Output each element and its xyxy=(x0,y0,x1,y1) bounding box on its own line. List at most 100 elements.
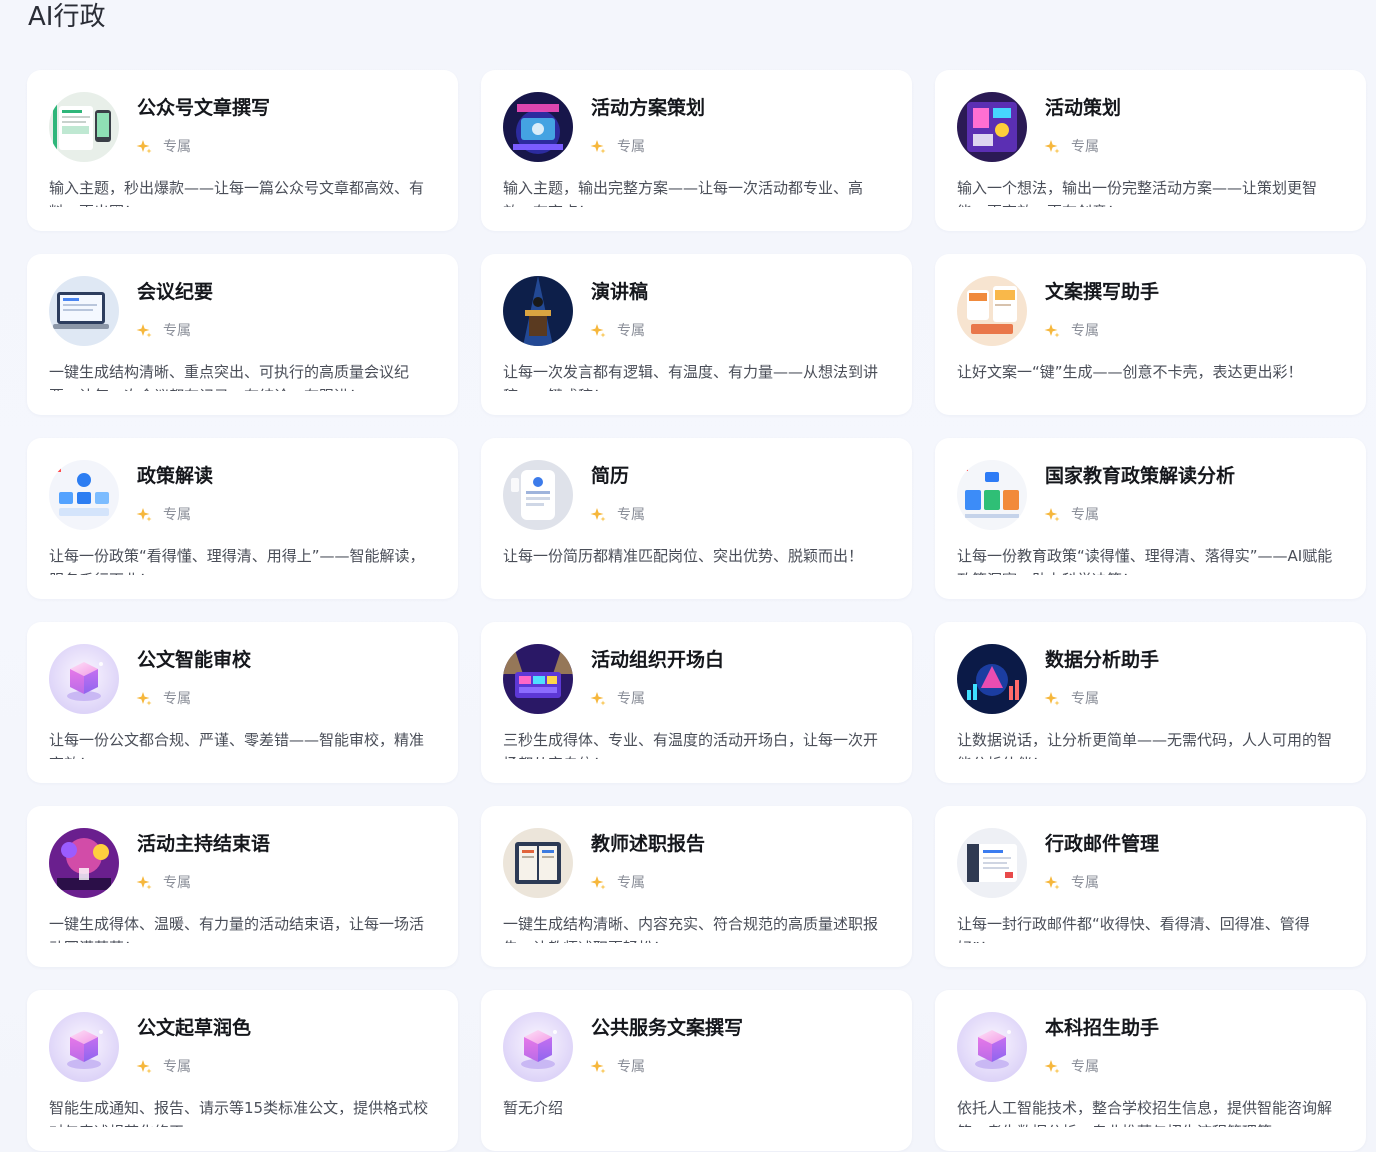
card-title: 活动方案策划 xyxy=(591,97,706,119)
card-title: 文案撰写助手 xyxy=(1045,281,1160,303)
card-title: 数据分析助手 xyxy=(1045,649,1160,671)
app-card[interactable]: 公文起草润色 专属智能生成通知、报告、请示等15类标准公文，提供格式校对与表述规… xyxy=(27,990,458,1151)
cube-icon xyxy=(957,1012,1027,1082)
exclusive-badge: 专属 xyxy=(1044,1058,1099,1076)
exclusive-badge: 专属 xyxy=(136,322,191,340)
exclusive-star-icon xyxy=(1044,876,1060,890)
education-policy-icon xyxy=(957,460,1027,530)
app-card[interactable]: 活动方案策划 专属输入主题，输出完整方案——让每一次活动都专业、高效、有亮点！ xyxy=(481,70,912,231)
section-title: AI行政 xyxy=(28,2,106,32)
exclusive-badge: 专属 xyxy=(590,506,645,524)
exclusive-star-icon xyxy=(590,324,606,338)
exclusive-badge-label: 专属 xyxy=(163,139,191,155)
app-card[interactable]: 简历 专属 让每一份简历都精准匹配岗位、突出优势、脱颖而出！ xyxy=(481,438,912,599)
exclusive-badge-label: 专属 xyxy=(1071,507,1099,523)
exclusive-badge-label: 专属 xyxy=(617,1059,645,1075)
app-card-grid: 公众号文章撰写 专属输入主题，秒出爆款——让每一篇公众号文章都高效、有料、更出圈… xyxy=(27,70,1366,1151)
card-description: 三秒生成得体、专业、有温度的活动开场白，让每一次开场都从容自信！ xyxy=(503,731,879,759)
policy-icon xyxy=(49,460,119,530)
card-description: 一键生成得体、温暖、有力量的活动结束语，让每一场活动圆满落幕！ xyxy=(49,915,425,943)
data-analysis-icon xyxy=(957,644,1027,714)
exclusive-star-icon xyxy=(136,508,152,522)
app-card[interactable]: 本科招生助手 专属依托人工智能技术，整合学校招生信息，提供智能咨询解答、考生数据… xyxy=(935,990,1366,1151)
exclusive-star-icon xyxy=(1044,1060,1060,1074)
card-description: 让每一份简历都精准匹配岗位、突出优势、脱颖而出！ xyxy=(503,547,864,565)
exclusive-badge-label: 专属 xyxy=(1071,1059,1099,1075)
card-description: 让每一份教育政策“读得懂、理得清、落得实”——AI赋能政策洞察，助力科学决策！ xyxy=(957,547,1333,575)
exclusive-badge-label: 专属 xyxy=(163,323,191,339)
card-title: 政策解读 xyxy=(137,465,214,487)
app-card[interactable]: 国家教育政策解读分析 专属 让每一份教育政策“读得懂、理得清、落得实”——AI赋能… xyxy=(935,438,1366,599)
card-description: 让每一次发言都有逻辑、有温度、有力量——从想法到讲稿，一键成稿！ xyxy=(503,363,879,391)
exclusive-badge-label: 专属 xyxy=(1071,139,1099,155)
exclusive-star-icon xyxy=(136,876,152,890)
exclusive-badge: 专属 xyxy=(590,1058,645,1076)
exclusive-badge: 专属 xyxy=(136,874,191,892)
exclusive-badge: 专属 xyxy=(136,138,191,156)
exclusive-badge-label: 专属 xyxy=(617,139,645,155)
resume-icon xyxy=(503,460,573,530)
exclusive-badge-label: 专属 xyxy=(617,875,645,891)
cube-icon xyxy=(49,644,119,714)
card-description: 智能生成通知、报告、请示等15类标准公文，提供格式校对与表述规范化修正 xyxy=(49,1099,429,1127)
cube-icon xyxy=(49,1012,119,1082)
exclusive-badge-label: 专属 xyxy=(1071,691,1099,707)
card-title: 本科招生助手 xyxy=(1045,1017,1160,1039)
event-plan-icon xyxy=(503,92,573,162)
card-title: 公众号文章撰写 xyxy=(137,97,271,119)
exclusive-badge-label: 专属 xyxy=(163,1059,191,1075)
card-title: 公共服务文案撰写 xyxy=(591,1017,744,1039)
exclusive-star-icon xyxy=(1044,140,1060,154)
teacher-report-icon xyxy=(503,828,573,898)
exclusive-badge: 专属 xyxy=(1044,874,1099,892)
exclusive-star-icon xyxy=(1044,692,1060,706)
copywriting-icon xyxy=(957,276,1027,346)
card-title: 活动主持结束语 xyxy=(137,833,271,855)
app-card[interactable]: 文案撰写助手 专属让好文案一“键”生成——创意不卡壳，表达更出彩！ xyxy=(935,254,1366,415)
app-card[interactable]: 公众号文章撰写 专属输入主题，秒出爆款——让每一篇公众号文章都高效、有料、更出圈… xyxy=(27,70,458,231)
closing-speech-icon xyxy=(49,828,119,898)
app-card[interactable]: 政策解读 专属让每一份政策“看得懂、理得清、用得上”——智能解读，服务千行百业！ xyxy=(27,438,458,599)
app-card[interactable]: 公文智能审校 专属让每一份公文都合规、严谨、零差错——智能审校，精准高效！ xyxy=(27,622,458,783)
exclusive-badge: 专属 xyxy=(1044,322,1099,340)
app-card[interactable]: 公共服务文案撰写 专属暂无介绍 xyxy=(481,990,912,1151)
exclusive-badge: 专属 xyxy=(590,138,645,156)
exclusive-badge-label: 专属 xyxy=(163,507,191,523)
app-card[interactable]: 行政邮件管理 专属让每一封行政邮件都“收得快、看得清、回得准、管得好”！ xyxy=(935,806,1366,967)
card-description: 一键生成结构清晰、重点突出、可执行的高质量会议纪要，让每一次会议都有记录、有结论… xyxy=(49,363,410,391)
exclusive-badge-label: 专属 xyxy=(1071,323,1099,339)
exclusive-badge-label: 专属 xyxy=(617,507,645,523)
card-title: 公文智能审校 xyxy=(137,649,252,671)
exclusive-badge-label: 专属 xyxy=(163,875,191,891)
app-card[interactable]: 教师述职报告 专属一键生成结构清晰、内容充实、符合规范的高质量述职报告，让教师述… xyxy=(481,806,912,967)
exclusive-star-icon xyxy=(590,876,606,890)
card-description: 让好文案一“键”生成——创意不卡壳，表达更出彩！ xyxy=(957,363,1303,381)
speech-icon xyxy=(503,276,573,346)
exclusive-star-icon xyxy=(590,1060,606,1074)
app-card[interactable]: 活动主持结束语 专属一键生成得体、温暖、有力量的活动结束语，让每一场活动圆满落幕… xyxy=(27,806,458,967)
card-description: 输入主题，秒出爆款——让每一篇公众号文章都高效、有料、更出圈！ xyxy=(49,179,425,207)
event-planning-icon xyxy=(957,92,1027,162)
cube-icon xyxy=(503,1012,573,1082)
exclusive-badge: 专属 xyxy=(1044,690,1099,708)
email-icon xyxy=(957,828,1027,898)
exclusive-badge: 专属 xyxy=(136,690,191,708)
card-description: 暂无介绍 xyxy=(503,1099,564,1117)
exclusive-star-icon xyxy=(590,508,606,522)
card-title: 公文起草润色 xyxy=(137,1017,252,1039)
app-card[interactable]: 活动组织开场白 专属三秒生成得体、专业、有温度的活动开场白，让每一次开场都从容自… xyxy=(481,622,912,783)
exclusive-star-icon xyxy=(590,140,606,154)
app-card[interactable]: 会议纪要 专属一键生成结构清晰、重点突出、可执行的高质量会议纪要，让每一次会议都… xyxy=(27,254,458,415)
exclusive-badge-label: 专属 xyxy=(163,691,191,707)
app-card[interactable]: 数据分析助手 专属让数据说话，让分析更简单——无需代码，人人可用的智能分析伙伴！ xyxy=(935,622,1366,783)
exclusive-badge-label: 专属 xyxy=(617,323,645,339)
card-title: 会议纪要 xyxy=(137,281,214,303)
exclusive-badge: 专属 xyxy=(590,322,645,340)
page: AI行政 公众号文章撰写 专属输入主题，秒出爆款——让每一篇公众号文章都高效、有… xyxy=(0,0,1376,1152)
app-card[interactable]: 活动策划 专属输入一个想法，输出一份完整活动方案——让策划更智能、更高效、更有创… xyxy=(935,70,1366,231)
app-card[interactable]: 演讲稿 专属让每一次发言都有逻辑、有温度、有力量——从想法到讲稿，一键成稿！ xyxy=(481,254,912,415)
opening-speech-icon xyxy=(503,644,573,714)
card-description: 输入一个想法，输出一份完整活动方案——让策划更智能、更高效、更有创意！ xyxy=(957,179,1318,207)
meeting-minutes-icon xyxy=(49,276,119,346)
exclusive-badge: 专属 xyxy=(136,1058,191,1076)
